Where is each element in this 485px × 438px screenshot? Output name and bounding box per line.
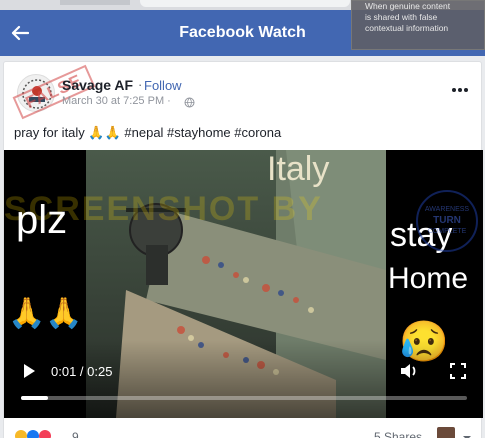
reaction-icons[interactable] — [14, 429, 62, 438]
awareness-badge: AWARENESS TURN COMPLETE — [416, 190, 478, 252]
chevron-down-icon[interactable] — [462, 429, 472, 438]
caption-hashtags[interactable]: #nepal #stayhome #corona — [121, 125, 281, 140]
post-card: FALSE Savage AF · Follow March 30 at 7:2… — [3, 61, 483, 438]
more-dots-icon[interactable] — [450, 80, 470, 92]
caption-text: pray for italy — [14, 125, 89, 140]
overlay-text-italy: Italy — [267, 150, 330, 188]
fact-check-line: When genuine content — [365, 1, 451, 11]
video-player[interactable]: SCREENSHOT BY plz Italy stay Home AWAREN… — [4, 150, 483, 418]
overlay-text-plz: plz — [16, 198, 68, 242]
address-bar[interactable] — [140, 0, 350, 7]
badge-line: COMPLETE — [427, 228, 467, 235]
follow-link[interactable]: Follow — [144, 78, 182, 93]
play-icon[interactable] — [22, 363, 36, 379]
sharer-avatar[interactable] — [437, 427, 455, 438]
post-caption: pray for italy 🙏🙏 #nepal #stayhome #coro… — [14, 125, 281, 141]
screen: Facebook Watch When genuine content is s… — [0, 0, 485, 438]
fact-check-line: contextual information — [365, 23, 449, 33]
prayer-hands-emoji: 🙏🙏 — [8, 297, 83, 330]
volume-icon[interactable] — [399, 362, 419, 380]
fullscreen-icon[interactable] — [450, 363, 466, 379]
badge-line: TURN — [433, 215, 461, 226]
badge-line: AWARENESS — [424, 206, 470, 213]
fact-check-line: is shared with false — [365, 12, 438, 22]
author-name[interactable]: Savage AF — [62, 77, 133, 93]
browser-tab[interactable] — [60, 0, 130, 5]
reactions-row: 9 5 Shares — [14, 427, 474, 438]
globe-icon — [184, 95, 195, 108]
progress-fill — [21, 396, 48, 400]
progress-bar[interactable] — [21, 396, 467, 400]
reaction-count[interactable]: 9 — [72, 430, 79, 438]
prayer-emoji: 🙏🙏 — [88, 125, 121, 140]
post-timestamp[interactable]: March 30 at 7:25 PM · — [62, 95, 171, 107]
shares-count[interactable]: 5 Shares — [374, 430, 422, 438]
separator-dot: · — [138, 77, 143, 92]
fact-check-notice: When genuine content is shared with fals… — [351, 0, 485, 50]
overlay-text-home: Home — [388, 262, 469, 295]
time-display: 0:01 / 0:25 — [51, 364, 113, 379]
